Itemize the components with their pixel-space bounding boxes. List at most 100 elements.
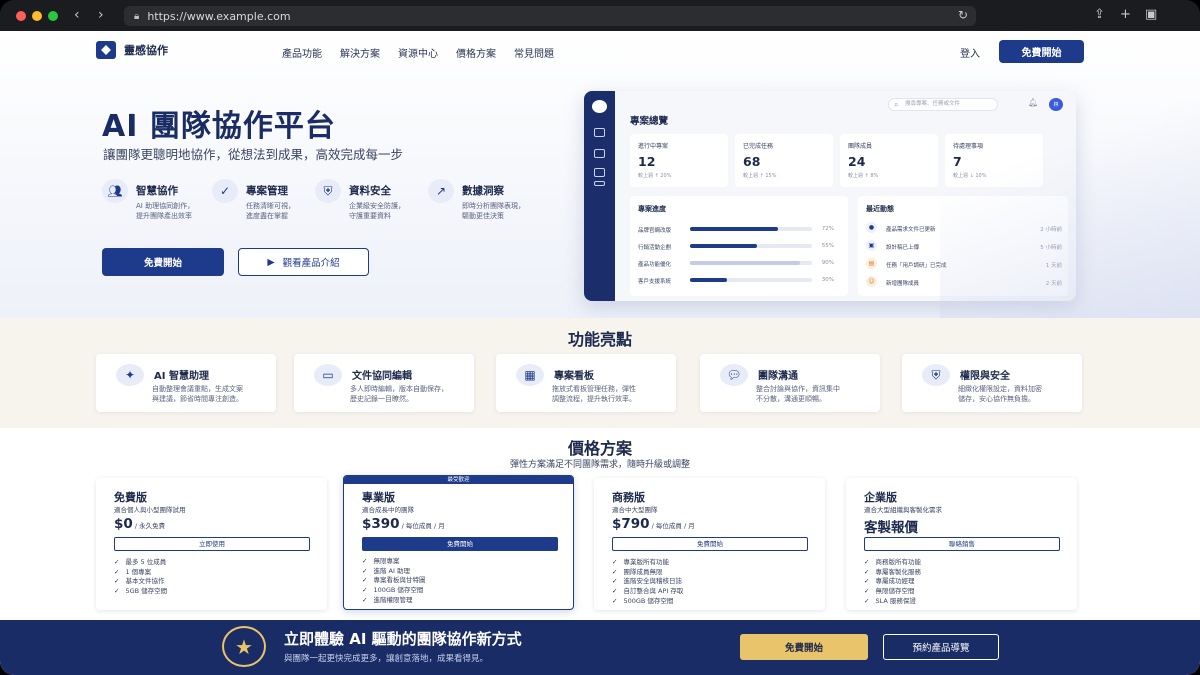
stat-label: 已完成任務 [743,143,774,150]
features-section: 功能亮點 ✦ AI 智慧助理 自動整理會議重點，生成文案 與建議，節省時間專注創造… [0,318,1200,428]
bell-icon[interactable]: 🔔︎ [1028,98,1038,107]
menu-item-pricing[interactable]: 價格方案 [456,45,496,60]
nav-start-button[interactable]: 免費開始 [999,40,1084,63]
stat-label: 待處理事項 [953,143,984,150]
activity-panel: 最近動態 ● 產品需求文件已更新 2 小時前 ▣ 設計稿已上傳 5 小時前 ▤ … [858,196,1068,296]
hero-start-button[interactable]: 免費開始 [102,248,224,276]
activity-time: 2 天前 [1045,281,1062,287]
plan-card-pro: 最受歡迎 專業版 適合成長中的團隊 $390 / 每位成員 / 月 免費開始 無… [343,475,574,610]
activity-item[interactable]: ▣ 設計稿已上傳 5 小時前 [866,240,1062,252]
plan-button[interactable]: 聯絡銷售 [864,537,1060,551]
menu-item-faq[interactable]: 常見問題 [514,45,554,60]
menu-item-solutions[interactable]: 解決方案 [340,45,380,60]
stat-card: 已完成任務 68 較上週 ↑ 15% [735,134,833,187]
forward-icon[interactable]: › [98,7,104,23]
feature-card[interactable]: ▦ 專案看板 拖放式看板管理任務，彈性 調整流程，提升執行效率。 [496,354,676,412]
reload-icon[interactable]: ↻ [958,8,968,22]
activity-text: 設計稿已上傳 [886,245,920,251]
chat-icon: 💬︎ [720,364,748,386]
stat-value: 12 [638,154,656,169]
main-menu: 產品功能 解決方案 資源中心 價格方案 常見問題 [282,45,554,60]
hero-feature-desc: 即時分析團隊表現， 驅動更佳決策 [462,202,525,220]
plan-button[interactable]: 立即使用 [114,537,310,551]
brand-logo[interactable]: 靈感協作 [96,41,168,59]
book-demo-button[interactable]: 預約產品導覽 [883,634,999,660]
feature-card[interactable]: ⛨ 權限與安全 細緻化權限設定，資料加密 儲存，安心協作無負擔。 [902,354,1082,412]
feature-card[interactable]: ✦ AI 智慧助理 自動整理會議重點，生成文案 與建議，節省時間專注創造。 [96,354,276,412]
plan-features: 商務版所有功能 專屬客製化服務 專屬成功經理 無限儲存空間 SLA 服務保證 [864,558,921,607]
project-name: 行銷活動企劃 [638,245,672,251]
folder-icon[interactable] [594,149,605,158]
features-title: 功能亮點 [567,330,632,349]
activity-text: 任務「用戶調研」已完成 [886,263,947,269]
plan-feature-item: 進階權限管理 [362,596,425,606]
plan-name: 免費版 [114,491,147,504]
login-link[interactable]: 登入 [960,45,980,60]
avatar[interactable]: 林 [1049,98,1063,111]
plan-button[interactable]: 免費開始 [612,537,808,551]
progress-percent: 72% [821,226,834,232]
pricing-section: 價格方案 彈性方案滿足不同團隊需求，隨時升級或調整 免費版 適合個人與小型團隊試… [0,428,1200,620]
sparkle-icon: ✦ [116,364,144,386]
feature-card[interactable]: ▭ 文件協同編輯 多人即時編輯，版本自動保存， 歷史記錄一目瞭然。 [294,354,474,412]
progress-bar [690,227,812,231]
calendar-icon[interactable] [594,168,605,177]
back-icon[interactable]: ‹ [74,7,80,23]
watch-intro-button[interactable]: ▶ 觀看產品介紹 [238,248,369,276]
watch-intro-label: 觀看產品介紹 [282,258,340,269]
chat-bubble-icon[interactable] [592,100,607,113]
close-window-button[interactable] [16,11,26,21]
hero-feature-title: 智慧協作 [136,185,178,197]
project-name: 產品功能優化 [638,262,672,268]
logo-cube-icon [96,41,116,59]
settings-icon[interactable] [594,181,605,186]
plan-card-business: 商務版 適合中大型團隊 $790 / 每位成員 / 月 免費開始 專業版所有功能… [594,478,825,610]
hero-feature: 👥︎ 智慧協作 AI 助理協同創作， 提升團隊產出效率 [102,179,194,221]
activity-item[interactable]: ☺ 新增團隊成員 2 天前 [866,276,1062,288]
web-page: 靈感協作 產品功能 解決方案 資源中心 價格方案 常見問題 登入 免費開始 AI… [0,31,1200,675]
plan-button[interactable]: 免費開始 [362,537,558,551]
progress-row: 品牌官網改版 72% [638,224,834,234]
new-tab-icon[interactable]: + [1120,8,1131,22]
plan-price: 客製報價 [864,520,918,536]
plan-feature-item: 最多 5 位成員 [114,558,167,568]
plan-feature-item: 1 個專案 [114,568,167,578]
stat-card: 團隊成員 24 較上週 ↑ 8% [840,134,938,187]
activity-item[interactable]: ● 產品需求文件已更新 2 小時前 [866,222,1062,234]
plan-feature-item: 專案看板與甘特圖 [362,576,425,586]
lock-icon: 🔒︎ [134,10,140,22]
dashboard-search-input[interactable]: 搜尋專案、任務或文件 [888,98,998,111]
menu-item-resources[interactable]: 資源中心 [398,45,438,60]
stat-value: 7 [953,154,962,169]
activity-item[interactable]: ▤ 任務「用戶調研」已完成 1 天前 [866,258,1062,270]
plan-name: 專業版 [362,491,395,504]
tabs-overview-icon[interactable]: ▣ [1145,8,1157,22]
maximize-window-button[interactable] [48,11,58,21]
plan-feature-item: 專屬成功經理 [864,577,921,587]
share-icon[interactable]: ⇪ [1094,8,1105,22]
plan-feature-item: 100GB 儲存空間 [362,586,425,596]
plan-price: $790 / 每位成員 / 月 [612,516,695,532]
feature-card-title: AI 智慧助理 [154,371,209,382]
cta-start-button[interactable]: 免費開始 [740,634,868,660]
inbox-icon[interactable] [594,128,605,137]
progress-percent: 90% [821,260,834,266]
hero-feature-title: 專案管理 [246,185,288,197]
stat-value: 68 [743,154,761,169]
menu-item-features[interactable]: 產品功能 [282,45,322,60]
plan-feature-item: 團隊成員無限 [612,568,683,578]
play-icon: ▶ [267,256,275,268]
feature-card-title: 團隊溝通 [758,371,798,382]
bottom-cta-banner: ★ 立即體驗 AI 驅動的團隊協作新方式 與團隊一起更快完成更多，讓創意落地，成… [0,620,1200,675]
feature-card[interactable]: 💬︎ 團隊溝通 整合討論與協作，資訊集中 不分散，溝通更順暢。 [700,354,880,412]
feature-card-desc: 整合討論與協作，資訊集中 不分散，溝通更順暢。 [756,385,840,403]
hero-title: AI 團隊協作平台 [102,109,336,144]
plan-feature-item: 5GB 儲存空間 [114,587,167,597]
progress-bar [690,244,812,248]
hero-feature: ↗ 數據洞察 即時分析團隊表現， 驅動更佳決策 [428,179,525,221]
minimize-window-button[interactable] [32,11,42,21]
progress-bar [690,261,812,265]
address-bar[interactable]: 🔒︎ https://www.example.com ↻ [124,6,976,26]
stat-delta: 較上週 ↑ 20% [638,173,672,179]
feature-card-desc: 拖放式看板管理任務，彈性 調整流程，提升執行效率。 [552,385,636,403]
